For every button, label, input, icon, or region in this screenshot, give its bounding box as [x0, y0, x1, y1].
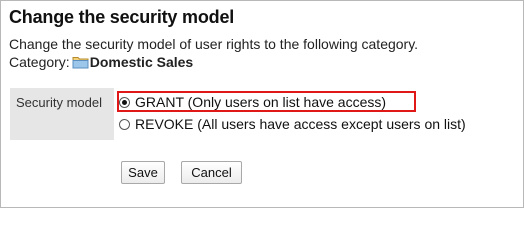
page-title: Change the security model — [9, 7, 235, 27]
folder-icon — [72, 57, 89, 69]
revoke-option[interactable]: REVOKE (All users have access except use… — [119, 116, 466, 132]
revoke-option-label: REVOKE (All users have access except use… — [135, 116, 466, 132]
highlight-box — [117, 91, 416, 112]
revoke-radio[interactable] — [119, 118, 130, 130]
category-label: Category: — [9, 54, 70, 70]
category-name: Domestic Sales — [89, 54, 194, 70]
security-model-label: Security model — [10, 88, 114, 140]
description-text: Change the security model of user rights… — [9, 36, 419, 52]
save-button[interactable]: Save — [121, 161, 165, 184]
cancel-button[interactable]: Cancel — [181, 161, 242, 184]
category-line: Category: Domestic Sales — [9, 54, 193, 70]
